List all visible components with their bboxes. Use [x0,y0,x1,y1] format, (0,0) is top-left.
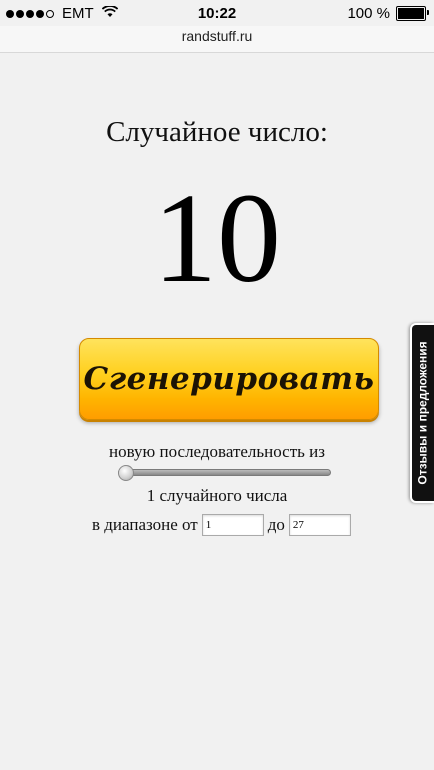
feedback-label: Отзывы и предложения [416,341,430,485]
range-from-input[interactable] [201,514,264,536]
generate-button[interactable]: Сгенерировать [79,338,379,420]
count-label: 1 случайного числа [146,486,288,505]
count-slider[interactable] [118,465,331,481]
range-row: в диапазоне от до [92,513,355,537]
battery-percent: 100 % [347,5,390,22]
page-title: Случайное число: [106,116,328,148]
url-text: randstuff.ru [181,28,253,44]
random-number: 10 [153,167,281,309]
status-right: 100 % [347,5,429,22]
slider-knob[interactable] [118,465,134,481]
battery-fill [398,8,424,19]
battery-icon [396,6,429,21]
range-to-input[interactable] [288,514,351,536]
range-to-label: до [267,515,285,534]
range-from-label: в диапазоне от [92,515,198,534]
address-bar[interactable]: randstuff.ru [0,26,434,53]
status-bar: EMT 10:22 100 % [0,0,434,26]
feedback-tab[interactable]: Отзывы и предложения [410,323,434,503]
slider-track[interactable] [118,469,331,476]
sequence-label: новую последовательность из [109,442,325,461]
